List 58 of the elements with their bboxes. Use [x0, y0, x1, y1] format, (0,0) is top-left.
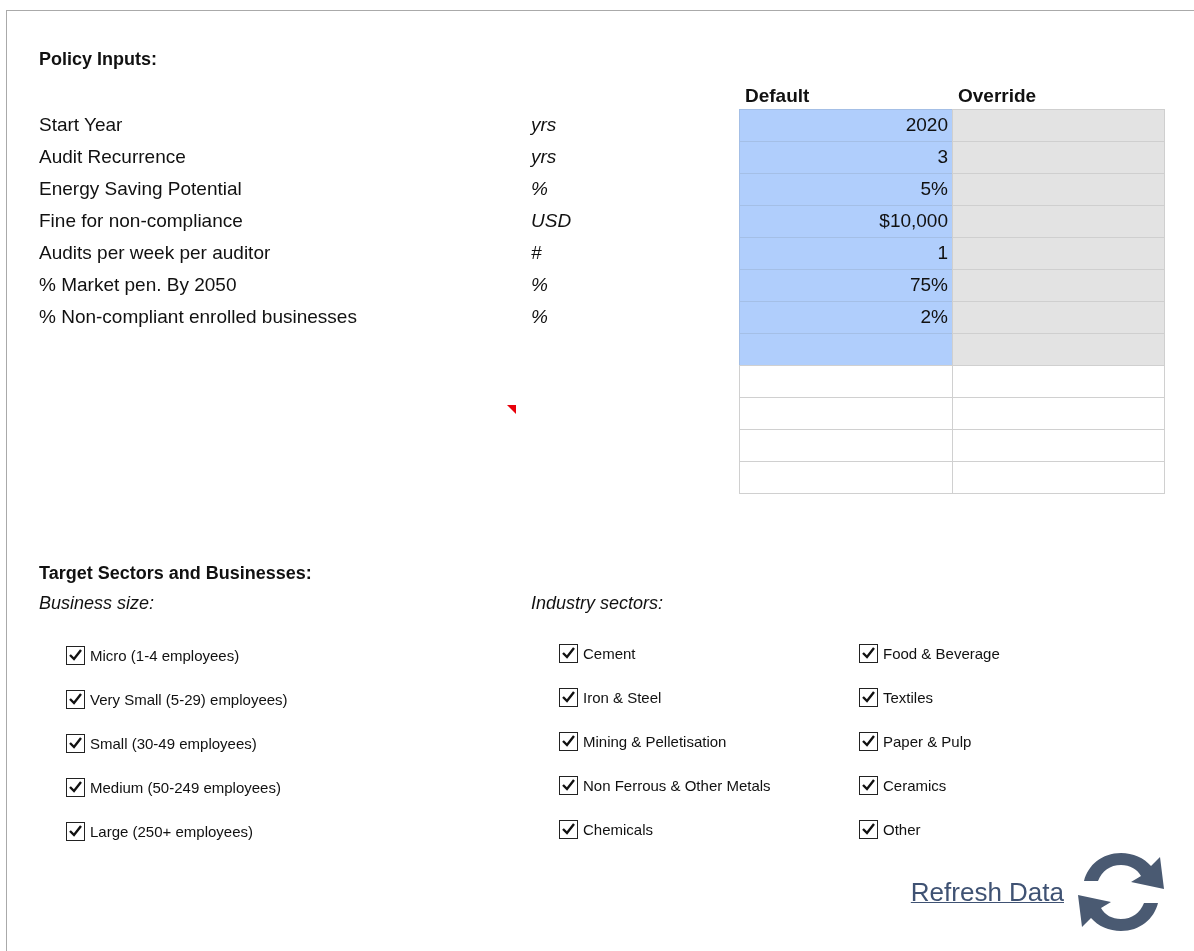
checkbox[interactable]: Iron & Steel	[559, 685, 799, 709]
input-label: Energy Saving Potential	[39, 178, 242, 199]
checkbox[interactable]: Large (250+ employees)	[66, 819, 531, 843]
default-cell: 2020	[739, 109, 953, 142]
checkmark-icon	[69, 781, 82, 793]
checkbox[interactable]: Cement	[559, 641, 799, 665]
input-label: Start Year	[39, 114, 123, 135]
default-cell: 1	[739, 237, 953, 270]
unit-label: %	[531, 306, 548, 327]
checkmark-icon	[69, 693, 82, 705]
default-cell: 3	[739, 141, 953, 174]
checkbox[interactable]: Mining & Pelletisation	[559, 729, 799, 753]
column-header: Default	[744, 85, 811, 108]
checkmark-icon	[562, 647, 575, 659]
column-header: Override	[957, 85, 1038, 108]
subsection-title: Industry sectors:	[531, 592, 665, 615]
checkmark-icon	[562, 735, 575, 747]
default-cell: 5%	[739, 173, 953, 206]
refresh-data-link[interactable]: Refresh Data	[910, 876, 1064, 908]
checkmark-icon	[69, 825, 82, 837]
default-cell: $10,000	[739, 205, 953, 238]
input-label: % Market pen. By 2050	[39, 274, 237, 295]
subsection-title: Business size:	[39, 592, 156, 615]
checkbox[interactable]: Other	[859, 817, 1059, 841]
checkmark-icon	[862, 647, 875, 659]
checkmark-icon	[562, 691, 575, 703]
checkbox[interactable]: Ceramics	[859, 773, 1059, 797]
checkmark-icon	[562, 823, 575, 835]
section-title: Target Sectors and Businesses:	[39, 562, 313, 585]
unit-label: %	[531, 274, 548, 295]
default-cell: 2%	[739, 301, 953, 334]
checkmark-icon	[862, 779, 875, 791]
checkbox[interactable]: Small (30-49 employees)	[66, 731, 531, 755]
checkbox[interactable]: Non Ferrous & Other Metals	[559, 773, 799, 797]
section-title: Policy Inputs:	[39, 48, 158, 71]
unit-label: #	[531, 242, 542, 263]
checkbox[interactable]: Chemicals	[559, 817, 799, 841]
checkbox[interactable]: Very Small (5-29) employees)	[66, 687, 531, 711]
unit-label: %	[531, 178, 548, 199]
input-label: Fine for non-compliance	[39, 210, 243, 231]
checkbox[interactable]: Textiles	[859, 685, 1059, 709]
checkmark-icon	[562, 779, 575, 791]
checkbox[interactable]: Medium (50-249 employees)	[66, 775, 531, 799]
unit-label: USD	[531, 210, 572, 231]
checkmark-icon	[69, 649, 82, 661]
input-label: Audit Recurrence	[39, 146, 186, 167]
input-label: % Non-compliant enrolled businesses	[39, 306, 357, 327]
default-cell: 75%	[739, 269, 953, 302]
checkbox[interactable]: Paper & Pulp	[859, 729, 1059, 753]
checkbox[interactable]: Micro (1-4 employees)	[66, 643, 531, 667]
checkmark-icon	[862, 691, 875, 703]
checkmark-icon	[862, 823, 875, 835]
checkmark-icon	[69, 737, 82, 749]
checkbox[interactable]: Food & Beverage	[859, 641, 1059, 665]
input-label: Audits per week per auditor	[39, 242, 271, 263]
unit-label: yrs	[531, 146, 557, 167]
unit-label: yrs	[531, 114, 557, 135]
checkmark-icon	[862, 735, 875, 747]
